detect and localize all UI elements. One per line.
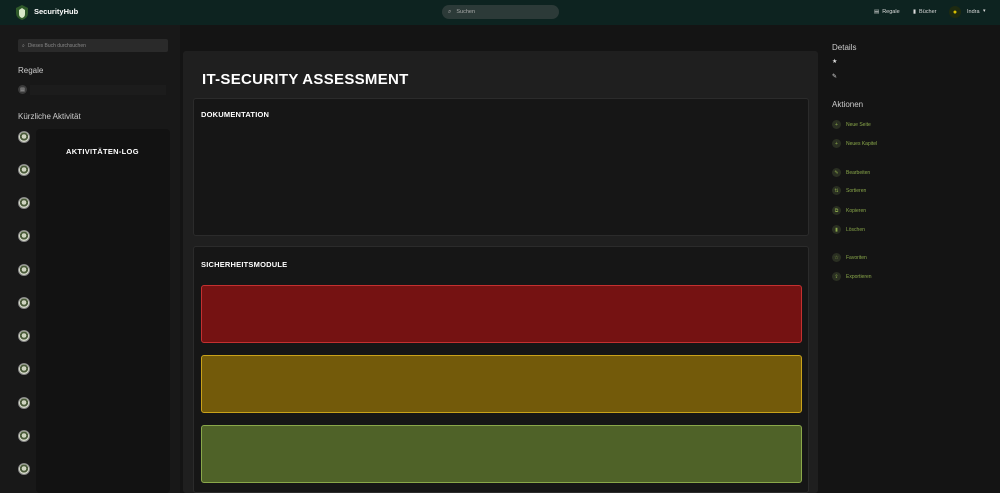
global-search-input[interactable]: ⌕ Suchen	[442, 5, 559, 19]
search-icon: ⌕	[448, 8, 452, 15]
action-label: Exportieren	[846, 273, 872, 280]
documentation-card	[193, 98, 809, 236]
search-icon: ⌕	[22, 42, 25, 49]
book-search-placeholder: Dieses Buch durchsuchen	[27, 42, 86, 49]
action-label: Bearbeiten	[846, 169, 871, 176]
activity-avatar[interactable]	[18, 131, 30, 143]
action-label: Löschen	[846, 226, 865, 233]
activity-avatar[interactable]	[18, 264, 30, 276]
copy-icon: ⧉	[832, 206, 841, 215]
shelf-icon[interactable]: ▤	[18, 85, 27, 94]
module-critical[interactable]	[201, 285, 802, 343]
plus-icon: +	[832, 120, 841, 129]
nav-shelves-label: Regale	[882, 9, 900, 15]
page-title: IT-SECURITY ASSESSMENT	[202, 71, 409, 88]
action-favorites[interactable]: ☆ Favoriten	[832, 253, 867, 262]
shelves-heading: Regale	[18, 66, 44, 75]
action-sort[interactable]: ⇅ Sortieren	[832, 186, 866, 195]
activity-avatar[interactable]	[18, 363, 30, 375]
activity-avatar[interactable]	[18, 197, 30, 209]
nav-shelves-link[interactable]: ▤ Regale	[874, 9, 900, 15]
trash-icon: ▮	[832, 225, 841, 234]
logo-icon[interactable]	[14, 5, 30, 20]
activity-avatar[interactable]	[18, 164, 30, 176]
action-edit[interactable]: ✎ Bearbeiten	[832, 168, 870, 177]
nav-books-label: Bücher	[919, 9, 937, 15]
security-modules-title: SICHERHEITSMODULE	[201, 260, 288, 269]
action-copy[interactable]: ⧉ Kopieren	[832, 206, 866, 215]
action-delete[interactable]: ▮ Löschen	[832, 225, 865, 234]
module-ok[interactable]	[201, 425, 802, 483]
details-heading: Details	[832, 43, 857, 52]
actions-heading: Aktionen	[832, 100, 864, 109]
top-bar: SecurityHub ⌕ Suchen ▤ Regale ▮ Bücher ●…	[0, 0, 1000, 25]
action-new-page[interactable]: + Neue Seite	[832, 120, 871, 129]
export-icon: ⇪	[832, 272, 841, 281]
activity-avatar[interactable]	[18, 230, 30, 242]
action-export[interactable]: ⇪ Exportieren	[832, 272, 872, 281]
action-label: Neues Kapitel	[846, 140, 878, 147]
activity-heading: Kürzliche Aktivität	[18, 112, 81, 121]
book-icon: ▮	[913, 9, 917, 15]
user-name[interactable]: Indra	[967, 9, 980, 15]
action-label: Sortieren	[846, 187, 867, 194]
edit-icon: ✎	[832, 168, 841, 177]
action-label: Neue Seite	[846, 121, 871, 128]
edit-icon: ✎	[832, 74, 838, 80]
nav-books-link[interactable]: ▮ Bücher	[913, 9, 936, 15]
user-avatar[interactable]: ●	[949, 6, 961, 18]
star-icon: ☆	[832, 253, 841, 262]
activity-avatar[interactable]	[18, 397, 30, 409]
activity-avatar[interactable]	[18, 463, 30, 475]
sort-icon: ⇅	[832, 186, 841, 195]
brand-name[interactable]: SecurityHub	[34, 7, 78, 16]
action-label: Favoriten	[846, 254, 867, 261]
book-search-input[interactable]: ⌕ Dieses Buch durchsuchen	[18, 39, 168, 52]
shelf-item[interactable]	[30, 85, 166, 95]
chevron-down-icon[interactable]: ▾	[983, 8, 986, 14]
action-new-chapter[interactable]: + Neues Kapitel	[832, 139, 877, 148]
module-warning[interactable]	[201, 355, 802, 413]
activity-avatar[interactable]	[18, 430, 30, 442]
shelf-icon: ▤	[874, 9, 880, 15]
activity-log-panel	[36, 129, 170, 493]
plus-icon: +	[832, 139, 841, 148]
action-label: Kopieren	[846, 207, 867, 214]
search-placeholder: Suchen	[456, 9, 476, 15]
documentation-title: DOKUMENTATION	[201, 110, 270, 119]
star-icon: ★	[832, 59, 838, 65]
user-icon: ●	[952, 8, 958, 16]
activity-avatar[interactable]	[18, 330, 30, 342]
activity-avatar[interactable]	[18, 297, 30, 309]
activity-log-title: AKTIVITÄTEN-LOG	[66, 147, 139, 156]
